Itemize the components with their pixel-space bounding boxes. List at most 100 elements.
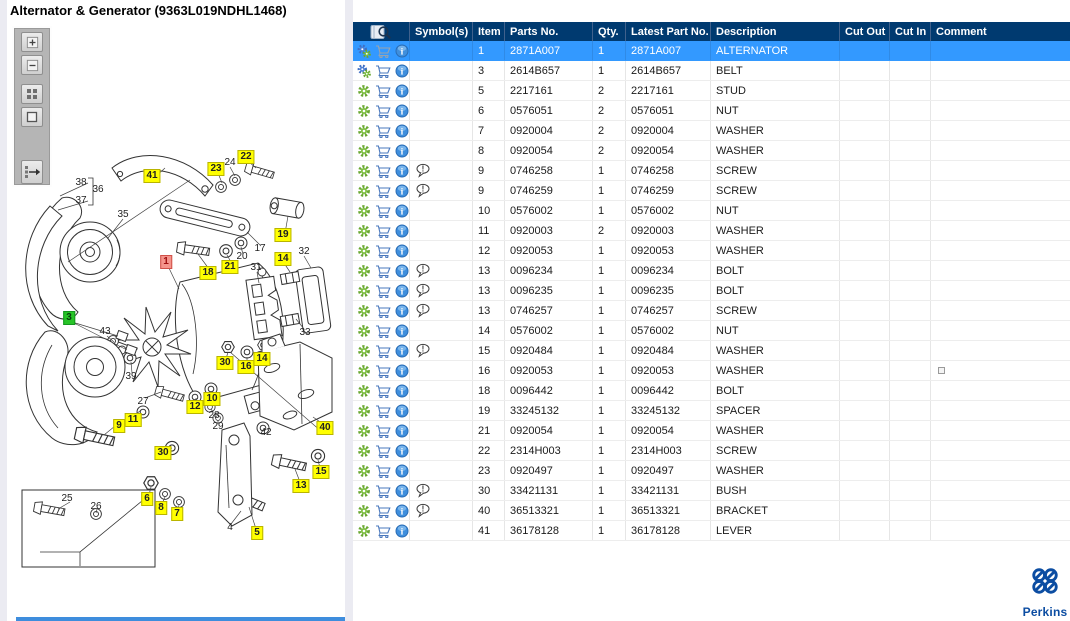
zoom-in-button[interactable] (21, 32, 43, 52)
info-icon[interactable]: i (395, 64, 409, 78)
header-qty[interactable]: Qty. (593, 22, 626, 41)
info-icon[interactable]: i (395, 364, 409, 378)
gear-icon[interactable] (357, 504, 371, 518)
info-icon[interactable]: i (395, 44, 409, 58)
cart-icon[interactable] (375, 84, 391, 98)
table-row[interactable]: i 5 2217161 2 2217161 STUD (353, 81, 1070, 101)
table-row[interactable]: i 23 0920497 1 0920497 WASHER (353, 461, 1070, 481)
cart-icon[interactable] (375, 364, 391, 378)
cart-icon[interactable] (375, 244, 391, 258)
diagram-item-label-7[interactable]: 7 (171, 507, 183, 521)
diagram-item-label-3[interactable]: 3 (63, 311, 75, 325)
table-row[interactable]: i 41 36178128 1 36178128 LEVER (353, 521, 1070, 541)
diagram-item-label-22[interactable]: 22 (237, 150, 255, 164)
actual-size-button[interactable] (21, 107, 43, 127)
info-icon[interactable]: i (395, 84, 409, 98)
cart-icon[interactable] (375, 284, 391, 298)
export-panel-button[interactable] (21, 160, 43, 184)
cart-icon[interactable] (375, 104, 391, 118)
diagram-item-label-12[interactable]: 12 (186, 400, 204, 414)
info-icon[interactable]: i (395, 464, 409, 478)
table-row[interactable]: i! 9 0746258 1 0746258 SCREW (353, 161, 1070, 181)
info-icon[interactable]: i (395, 424, 409, 438)
cart-icon[interactable] (375, 464, 391, 478)
diagram-item-label-15[interactable]: 15 (312, 465, 330, 479)
table-row[interactable]: i 3 2614B657 1 2614B657 BELT (353, 61, 1070, 81)
gear-icon[interactable] (357, 404, 371, 418)
gear-icon[interactable] (357, 444, 371, 458)
cart-icon[interactable] (375, 64, 391, 78)
info-icon[interactable]: i (395, 264, 409, 278)
gear-icon[interactable] (357, 344, 371, 358)
table-row[interactable]: i 18 0096442 1 0096442 BOLT (353, 381, 1070, 401)
diagram-item-label-1[interactable]: 1 (160, 255, 172, 269)
gear-icon[interactable] (357, 364, 371, 378)
cart-icon[interactable] (375, 204, 391, 218)
gear-icon[interactable] (357, 264, 371, 278)
cart-icon[interactable] (375, 504, 391, 518)
cart-icon[interactable] (375, 324, 391, 338)
overview-tiles-button[interactable] (21, 84, 43, 104)
diagram-item-label-6[interactable]: 6 (141, 492, 153, 506)
header-symbols[interactable]: Symbol(s) (410, 22, 473, 41)
info-icon[interactable]: i (395, 524, 409, 538)
cart-icon[interactable] (375, 264, 391, 278)
diagram-item-label-19[interactable]: 19 (274, 228, 292, 242)
gear-icon[interactable] (357, 464, 371, 478)
diagram-item-label-21[interactable]: 21 (221, 260, 239, 274)
info-icon[interactable]: i (395, 404, 409, 418)
gear-icon[interactable] (357, 524, 371, 538)
info-icon[interactable]: i (395, 484, 409, 498)
diagram-item-label-11[interactable]: 11 (124, 413, 142, 427)
cart-icon[interactable] (375, 184, 391, 198)
info-icon[interactable]: i (395, 184, 409, 198)
header-cut-in[interactable]: Cut In (890, 22, 931, 41)
info-icon[interactable]: i (395, 164, 409, 178)
table-row[interactable]: i 21 0920054 1 0920054 WASHER (353, 421, 1070, 441)
header-item[interactable]: Item (473, 22, 505, 41)
info-icon[interactable]: i (395, 384, 409, 398)
diagram-item-label-5[interactable]: 5 (251, 526, 263, 540)
gear-icon[interactable] (357, 144, 371, 158)
comment-marker[interactable] (938, 367, 945, 374)
table-row[interactable]: i 10 0576002 1 0576002 NUT (353, 201, 1070, 221)
cart-icon[interactable] (375, 384, 391, 398)
table-row[interactable]: i 12 0920053 1 0920053 WASHER (353, 241, 1070, 261)
gear-icon[interactable] (357, 284, 371, 298)
diagram-item-label-16[interactable]: 16 (237, 360, 255, 374)
info-icon[interactable]: i (395, 144, 409, 158)
gears-icon[interactable] (357, 64, 371, 78)
table-row[interactable]: i 6 0576051 2 0576051 NUT (353, 101, 1070, 121)
info-icon[interactable]: i (395, 344, 409, 358)
table-row[interactable]: i! 13 0746257 1 0746257 SCREW (353, 301, 1070, 321)
diagram-item-label-13[interactable]: 13 (292, 479, 310, 493)
cart-icon[interactable] (375, 524, 391, 538)
diagram-item-label-40[interactable]: 40 (316, 421, 334, 435)
table-row[interactable]: i 11 0920003 2 0920003 WASHER (353, 221, 1070, 241)
zoom-out-button[interactable] (21, 55, 43, 75)
table-row[interactable]: i 22 2314H003 1 2314H003 SCREW (353, 441, 1070, 461)
header-parts-no[interactable]: Parts No. (505, 22, 593, 41)
cart-icon[interactable] (375, 124, 391, 138)
diagram-item-label-14[interactable]: 14 (274, 252, 292, 266)
diagram-item-label-30[interactable]: 30 (216, 356, 234, 370)
cart-icon[interactable] (375, 484, 391, 498)
header-cut-out[interactable]: Cut Out (840, 22, 890, 41)
cart-icon[interactable] (375, 144, 391, 158)
diagram-item-label-18[interactable]: 18 (199, 266, 217, 280)
info-icon[interactable]: i (395, 324, 409, 338)
gear-icon[interactable] (357, 304, 371, 318)
gear-icon[interactable] (357, 244, 371, 258)
table-row[interactable]: i! 30 33421131 1 33421131 BUSH (353, 481, 1070, 501)
info-icon[interactable]: i (395, 224, 409, 238)
gear-icon[interactable] (357, 324, 371, 338)
info-icon[interactable]: i (395, 124, 409, 138)
book-magnifier-icon[interactable] (370, 24, 392, 40)
info-icon[interactable]: i (395, 304, 409, 318)
table-row[interactable]: i! 9 0746259 1 0746259 SCREW (353, 181, 1070, 201)
table-row[interactable]: i 16 0920053 1 0920053 WASHER (353, 361, 1070, 381)
info-icon[interactable]: i (395, 204, 409, 218)
cart-icon[interactable] (375, 424, 391, 438)
info-icon[interactable]: i (395, 444, 409, 458)
table-row[interactable]: i! 13 0096235 1 0096235 BOLT (353, 281, 1070, 301)
